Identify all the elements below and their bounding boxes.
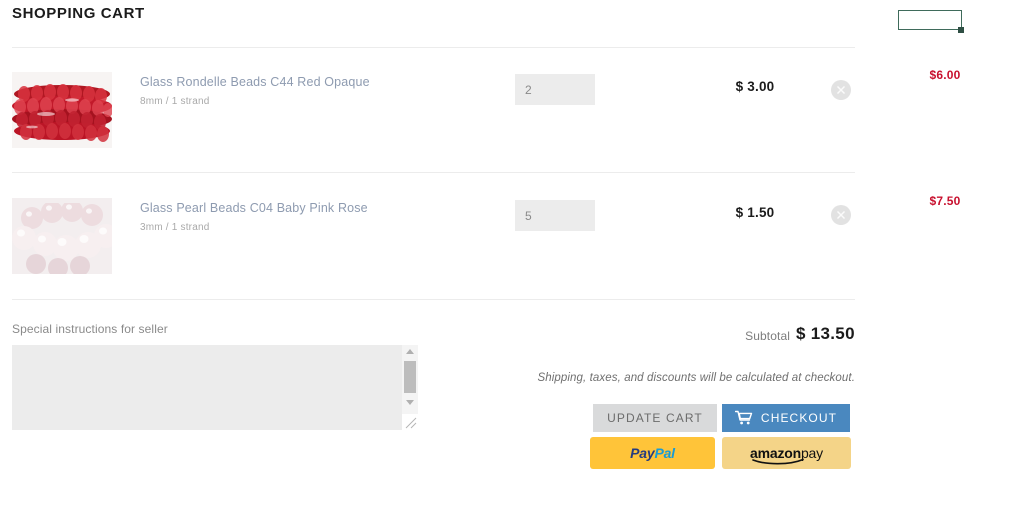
shipping-note: Shipping, taxes, and discounts will be c… — [537, 372, 855, 384]
remove-item-button[interactable] — [831, 205, 851, 225]
annotation-resize-handle[interactable] — [958, 27, 964, 33]
divider-before-summary — [12, 299, 855, 300]
product-thumbnail[interactable] — [12, 72, 112, 148]
checkout-button[interactable]: CHECKOUT — [722, 404, 850, 432]
close-icon — [837, 211, 845, 219]
subtotal-value: $ 13.50 — [796, 324, 855, 343]
unit-price: $ 1.50 — [735, 205, 775, 220]
update-cart-button[interactable]: UPDATE CART — [593, 404, 717, 432]
page-title: SHOPPING CART — [12, 5, 145, 22]
divider-top — [12, 47, 855, 48]
special-instructions-input[interactable] — [12, 345, 418, 430]
unit-price: $ 3.00 — [735, 79, 775, 94]
quantity-input[interactable] — [515, 200, 595, 231]
quantity-input[interactable] — [515, 74, 595, 105]
checkout-label: CHECKOUT — [760, 411, 838, 425]
product-title-link[interactable]: Glass Pearl Beads C04 Baby Pink Rose — [140, 201, 368, 215]
divider-between-items — [12, 172, 855, 173]
paypal-logo-pay: Pay — [630, 445, 655, 461]
subtotal-label: Subtotal — [745, 329, 790, 343]
remove-item-button[interactable] — [831, 80, 851, 100]
annotation-selection-box[interactable] — [898, 10, 962, 30]
special-instructions-label: Special instructions for seller — [12, 322, 168, 336]
close-icon — [837, 86, 845, 94]
special-instructions-wrapper — [12, 345, 418, 430]
shopping-cart-page: SHOPPING CART Glass Rondelle Beads C44 R… — [0, 0, 1024, 511]
textarea-resize-handle[interactable] — [402, 414, 418, 430]
paypal-button[interactable]: PayPal — [590, 437, 715, 469]
paypal-logo: PayPal — [630, 445, 675, 461]
amazon-pay-button[interactable]: amazonpay — [722, 437, 851, 469]
product-title-link[interactable]: Glass Rondelle Beads C44 Red Opaque — [140, 75, 370, 89]
line-total: $7.50 — [929, 194, 961, 208]
amazon-pay-logo: amazonpay — [750, 445, 823, 465]
line-total: $6.00 — [929, 68, 961, 82]
amazon-swoosh-icon — [752, 458, 804, 465]
product-variant: 3mm / 1 strand — [140, 222, 210, 233]
amazon-logo-pay: pay — [800, 445, 823, 461]
product-thumbnail[interactable] — [12, 198, 112, 274]
paypal-logo-pal: Pal — [654, 445, 675, 461]
product-variant: 8mm / 1 strand — [140, 96, 210, 107]
shopping-cart-icon — [734, 410, 753, 426]
